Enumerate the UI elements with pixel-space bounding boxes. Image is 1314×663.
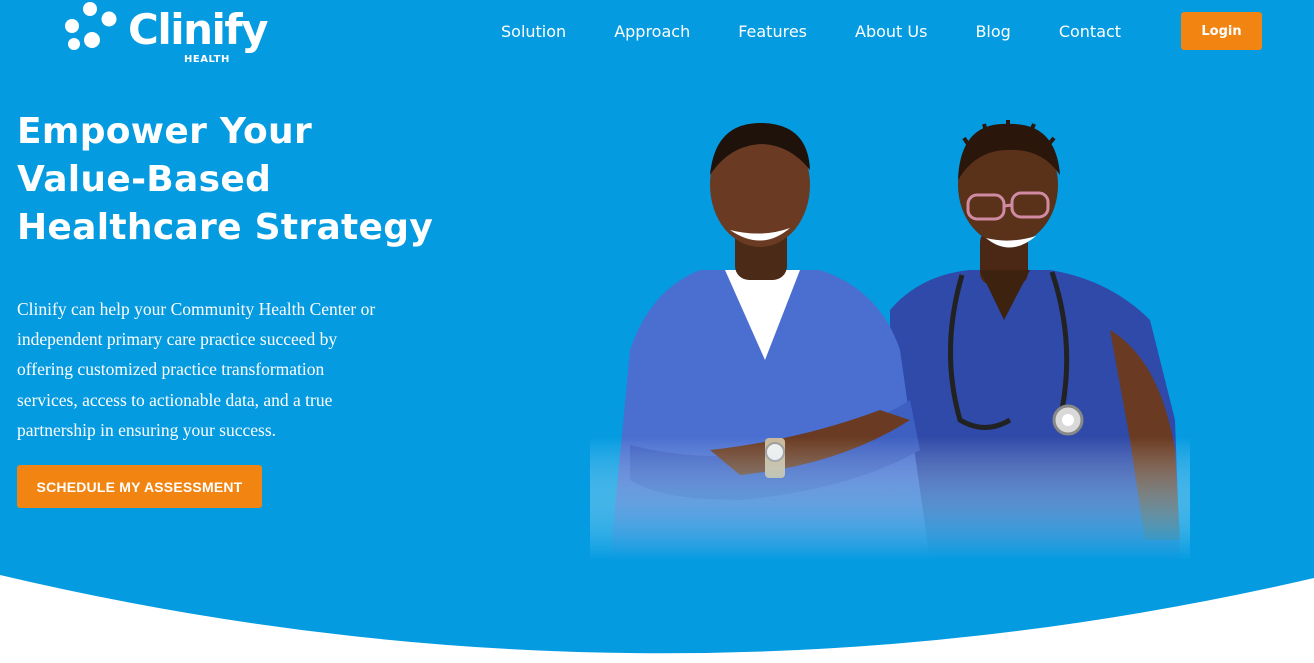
five-dots-logo-icon (65, 2, 117, 50)
hero-headline: Empower Your Value-Based Healthcare Stra… (17, 108, 437, 252)
brand-logo[interactable]: Clinify HEALTH (62, 0, 272, 70)
hero-description: Clinify can help your Community Health C… (17, 294, 407, 445)
nav-item-contact[interactable]: Contact (1059, 19, 1121, 45)
hero-section: Clinify HEALTH Solution Approach Feature… (0, 0, 1314, 663)
nav-item-features[interactable]: Features (738, 19, 807, 45)
description-line: partnership in ensuring your success. (17, 419, 277, 440)
schedule-assessment-button[interactable]: SCHEDULE MY ASSESSMENT (17, 465, 262, 508)
headline-line: Empower Your (17, 111, 313, 152)
brand-tagline: HEALTH (184, 54, 230, 65)
description-line: Clinify can help your Community Health C… (17, 299, 376, 319)
nav-item-solution[interactable]: Solution (501, 19, 566, 45)
description-line: independent primary care practice succee… (17, 329, 338, 350)
brand-name: Clinify (128, 5, 269, 54)
login-button[interactable]: Login (1181, 12, 1262, 50)
description-line: services, access to actionable data, and… (17, 389, 333, 410)
headline-line: Healthcare Strategy (17, 207, 434, 248)
description-line: offering customized practice transformat… (17, 359, 325, 380)
headline-line: Value-Based (17, 159, 272, 200)
nav-item-blog[interactable]: Blog (975, 19, 1010, 45)
healthcare-workers-image (590, 120, 1190, 560)
nav-item-approach[interactable]: Approach (614, 19, 690, 45)
main-nav: Solution Approach Features About Us Blog… (501, 19, 1169, 45)
nav-item-about-us[interactable]: About Us (855, 19, 927, 45)
